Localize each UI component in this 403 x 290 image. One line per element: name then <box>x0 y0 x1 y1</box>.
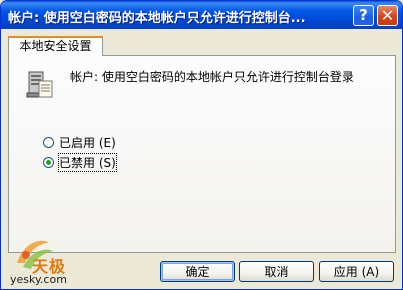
radio-disabled-circle[interactable] <box>43 156 54 168</box>
policy-description: 帐户: 使用空白密码的本地帐户只允许进行控制台登录 <box>70 70 354 84</box>
close-button[interactable]: ✕ <box>377 5 398 26</box>
title-bar[interactable]: 帐户: 使用空白密码的本地帐户只允许进行控制台... ? ✕ <box>1 1 402 29</box>
tab-local-security-setting[interactable]: 本地安全设置 <box>8 36 103 56</box>
watermark-site: yesky.com <box>10 273 67 286</box>
help-button[interactable]: ? <box>353 5 374 26</box>
radio-enabled-label[interactable]: 已启用 (E) <box>59 134 116 151</box>
ok-button[interactable]: 确定 <box>160 261 235 282</box>
radio-disabled-label[interactable]: 已禁用 (S) <box>58 152 117 172</box>
tab-panel: 帐户: 使用空白密码的本地帐户只允许进行控制台登录 已启用 (E) 已禁用 (S… <box>8 55 396 253</box>
radio-enabled[interactable]: 已启用 (E) <box>43 134 116 150</box>
dialog-window: 帐户: 使用空白密码的本地帐户只允许进行控制台... ? ✕ 本地安全设置 帐户… <box>0 0 403 290</box>
policy-server-icon <box>26 71 53 98</box>
cancel-button[interactable]: 取消 <box>239 261 314 282</box>
window-title: 帐户: 使用空白密码的本地帐户只允许进行控制台... <box>8 11 306 26</box>
radio-enabled-circle[interactable] <box>43 136 54 148</box>
radio-disabled[interactable]: 已禁用 (S) <box>43 152 117 172</box>
apply-button[interactable]: 应用 (A) <box>319 261 394 282</box>
